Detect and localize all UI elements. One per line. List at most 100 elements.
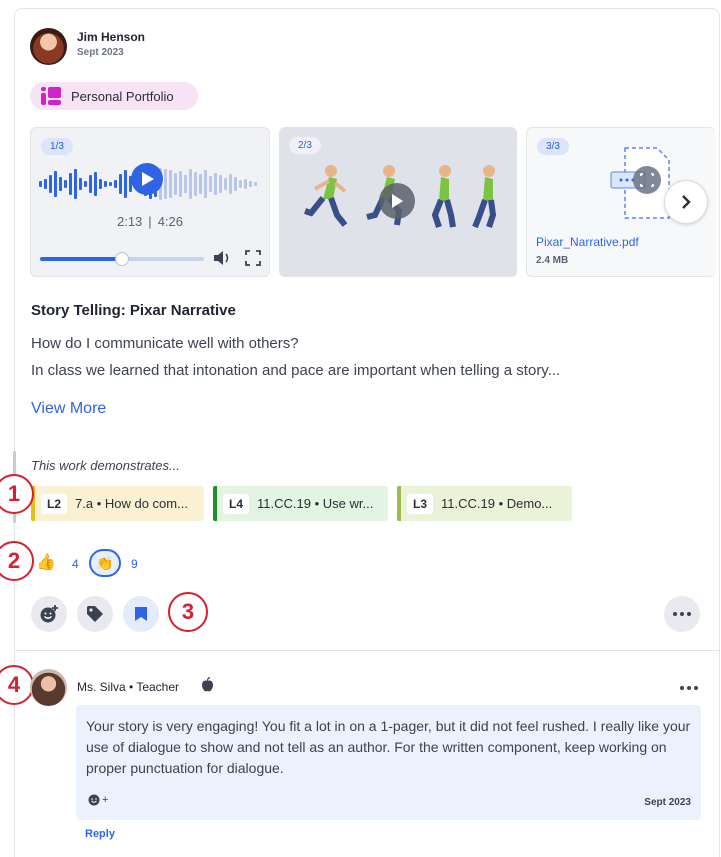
audio-tile[interactable]: 1/3 2:13 | 4:26 (30, 127, 270, 277)
author-name[interactable]: Jim Henson (77, 30, 145, 44)
waveform-bar (124, 170, 127, 198)
waveform-bar (164, 169, 167, 199)
waveform-bar (39, 181, 42, 187)
seek-progress (40, 257, 122, 261)
standard-chip[interactable]: L3 11.CC.19 • Demo... (397, 486, 572, 521)
waveform-bar (64, 180, 67, 188)
volume-icon[interactable] (213, 250, 231, 266)
runner-figure-icon (304, 165, 348, 227)
divider (15, 650, 720, 651)
waveform-bar (174, 173, 177, 195)
standard-level-color (397, 486, 401, 521)
runner-figure-icon (472, 165, 497, 229)
commenter-name[interactable]: Ms. Silva • Teacher (77, 680, 179, 694)
smiley-icon (88, 794, 100, 806)
waveform-bar (74, 169, 77, 199)
comment-date: Sept 2023 (644, 797, 691, 808)
audio-seek-bar[interactable] (40, 252, 204, 266)
standard-chip[interactable]: L4 11.CC.19 • Use wr... (213, 486, 388, 521)
post-date: Sept 2023 (77, 47, 124, 58)
video-tile[interactable]: 2/3 (279, 127, 517, 277)
waveform-bar (99, 179, 102, 189)
waveform-bar (84, 181, 87, 187)
author-avatar[interactable] (30, 28, 67, 65)
thumbs-up-count: 4 (72, 557, 79, 571)
add-reaction-plus: + (102, 794, 109, 806)
document-size: 2.4 MB (536, 255, 569, 266)
waveform-bar (169, 170, 172, 198)
document-filename[interactable]: Pixar_Narrative.pdf (536, 235, 639, 249)
comment-add-reaction-button[interactable]: + (88, 794, 108, 806)
waveform-bar (214, 173, 217, 195)
waveform-bar (109, 182, 112, 186)
waveform-bar (239, 180, 242, 188)
waveform-bar (199, 174, 202, 194)
waveform-bar (79, 178, 82, 190)
standard-text: 7.a • How do com... (75, 496, 188, 511)
waveform-bar (94, 172, 97, 196)
waveform-bar (184, 175, 187, 193)
portfolio-label: Personal Portfolio (71, 88, 174, 104)
view-more-link[interactable]: View More (31, 400, 106, 418)
standard-text: 11.CC.19 • Use wr... (257, 496, 374, 511)
commenter-avatar[interactable] (30, 669, 67, 706)
standard-level-color (213, 486, 217, 521)
thumbs-up-reaction[interactable]: 👍 (36, 552, 56, 572)
apple-icon (202, 677, 213, 692)
standard-level: L3 (407, 493, 434, 514)
reply-link[interactable]: Reply (85, 828, 115, 840)
waveform-bar (194, 172, 197, 196)
waveform-bar (179, 171, 182, 197)
standard-level: L2 (41, 493, 68, 514)
add-reaction-button[interactable] (31, 596, 67, 632)
standard-chip[interactable]: L2 7.a • How do com... (31, 486, 204, 521)
duration: 4:26 (157, 214, 183, 229)
document-tile[interactable]: 3/3 Pixar_Narrative.pdf 2.4 MB (526, 127, 716, 277)
media-counter: 2/3 (289, 137, 321, 154)
chevron-right-icon (682, 195, 691, 209)
play-icon (392, 194, 403, 208)
waveform-bar (204, 170, 207, 198)
play-video-button[interactable] (379, 183, 415, 219)
more-icon (673, 612, 677, 616)
tag-icon (87, 606, 103, 622)
waveform-bar (104, 181, 107, 187)
waveform-bar (49, 175, 52, 193)
add-emoji-icon (40, 605, 58, 623)
post-more-button[interactable] (664, 596, 700, 632)
comment-more-button[interactable] (680, 686, 698, 690)
waveform-bar (244, 179, 247, 189)
demonstrates-label: This work demonstrates... (31, 458, 180, 473)
fullscreen-icon[interactable] (245, 250, 261, 266)
bookmark-button[interactable] (123, 596, 159, 632)
waveform-bar (189, 169, 192, 199)
seek-handle[interactable] (115, 252, 129, 266)
more-icon (680, 686, 684, 690)
standard-text: 11.CC.19 • Demo... (441, 496, 553, 511)
next-media-button[interactable] (664, 180, 708, 224)
current-time: 2:13 (116, 214, 143, 229)
tag-button[interactable] (77, 596, 113, 632)
play-icon (142, 172, 154, 186)
waveform-bar (44, 179, 47, 189)
runner-figure-icon (431, 165, 456, 228)
clap-reaction[interactable]: 👏 (89, 549, 121, 577)
waveform-bar (89, 175, 92, 193)
post-text-line: In class we learned that intonation and … (31, 362, 561, 379)
waveform-bar (209, 176, 212, 192)
waveform-bar (229, 174, 232, 194)
portfolio-icon (41, 87, 61, 105)
media-counter: 3/3 (537, 138, 569, 155)
annotation-marker: 3 (168, 592, 208, 632)
waveform-bar (254, 182, 257, 186)
play-audio-button[interactable] (131, 163, 163, 195)
waveform-bar (224, 178, 227, 190)
post-title: Story Telling: Pixar Narrative (31, 302, 236, 319)
time-separator: | (148, 214, 152, 229)
waveform-bar (69, 173, 72, 195)
waveform-bar (234, 177, 237, 191)
waveform-bar (219, 175, 222, 193)
comment-bubble: Your story is very engaging! You fit a l… (76, 705, 701, 820)
portfolio-tag[interactable]: Personal Portfolio (30, 82, 198, 110)
bookmark-icon (135, 607, 147, 621)
